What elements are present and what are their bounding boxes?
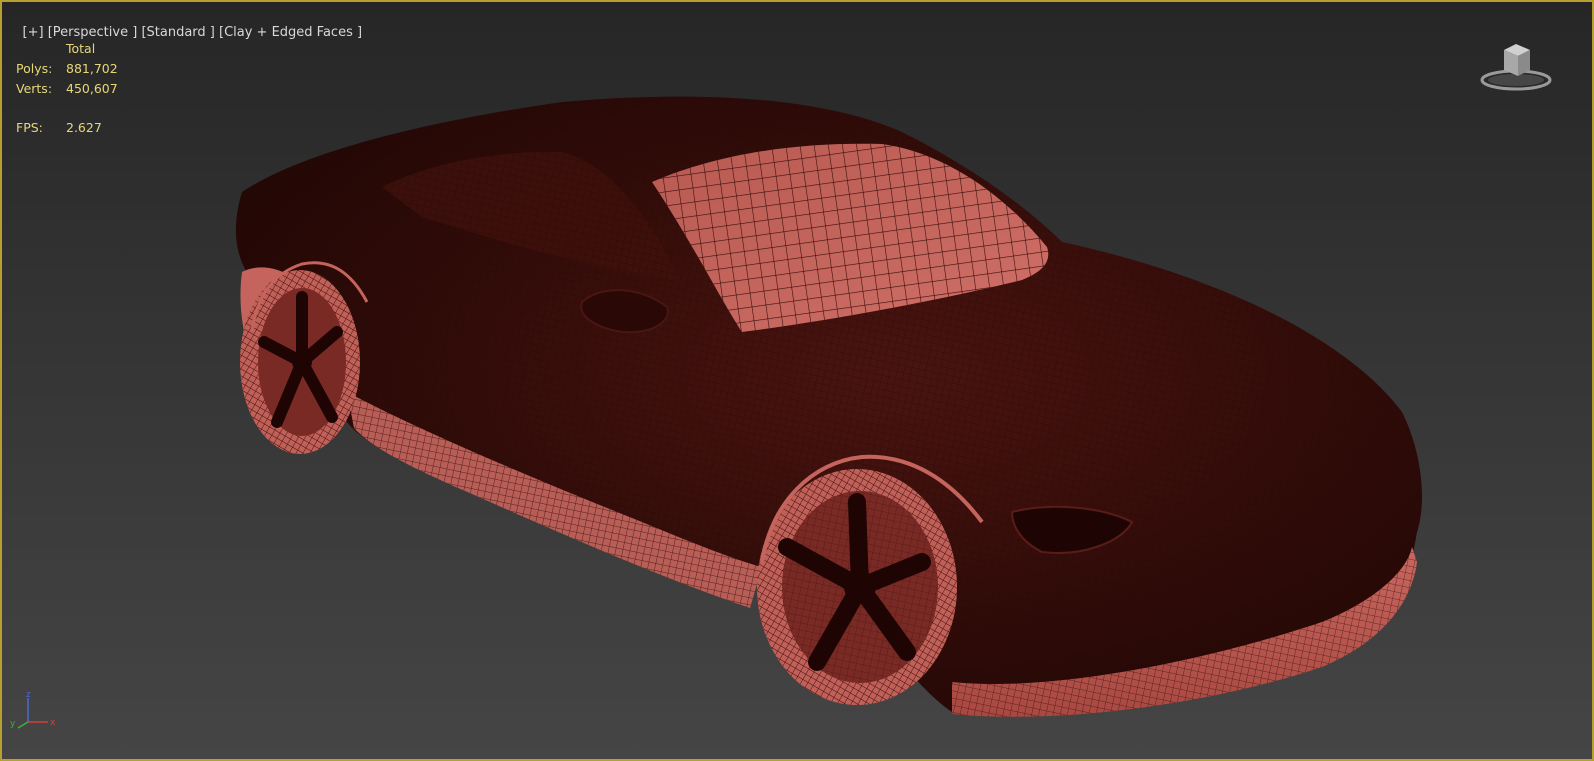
- axis-y-label: y: [10, 719, 16, 729]
- stats-header: Total: [66, 41, 96, 56]
- axis-z-label: z: [26, 690, 31, 700]
- fps-value: 2.627: [66, 120, 102, 135]
- polys-label: Polys:: [16, 61, 53, 76]
- viewcube-icon[interactable]: [1480, 38, 1552, 94]
- axis-tripod-icon: x z y: [10, 690, 56, 729]
- perspective-viewport[interactable]: [+] [Perspective ] [Standard ] [Clay + E…: [0, 0, 1594, 761]
- polys-value: 881,702: [66, 61, 118, 76]
- viewport-shading-preset-menu[interactable]: [Standard ]: [141, 25, 214, 40]
- viewport-view-menu[interactable]: [Perspective ]: [48, 25, 138, 40]
- fps-label: FPS:: [16, 120, 43, 135]
- verts-label: Verts:: [16, 81, 53, 96]
- viewport-shading-mode-menu[interactable]: [Clay + Edged Faces ]: [219, 25, 362, 40]
- viewport-plus-menu[interactable]: [+]: [23, 25, 44, 40]
- front-wheel: [757, 469, 957, 705]
- car-model-render[interactable]: [2, 2, 1592, 759]
- rear-wheel: [240, 270, 360, 454]
- axis-x-label: x: [50, 718, 56, 728]
- statistics-overlay: Total Polys: 881,702 Verts: 450,607 FPS:…: [16, 39, 118, 138]
- verts-value: 450,607: [66, 81, 118, 96]
